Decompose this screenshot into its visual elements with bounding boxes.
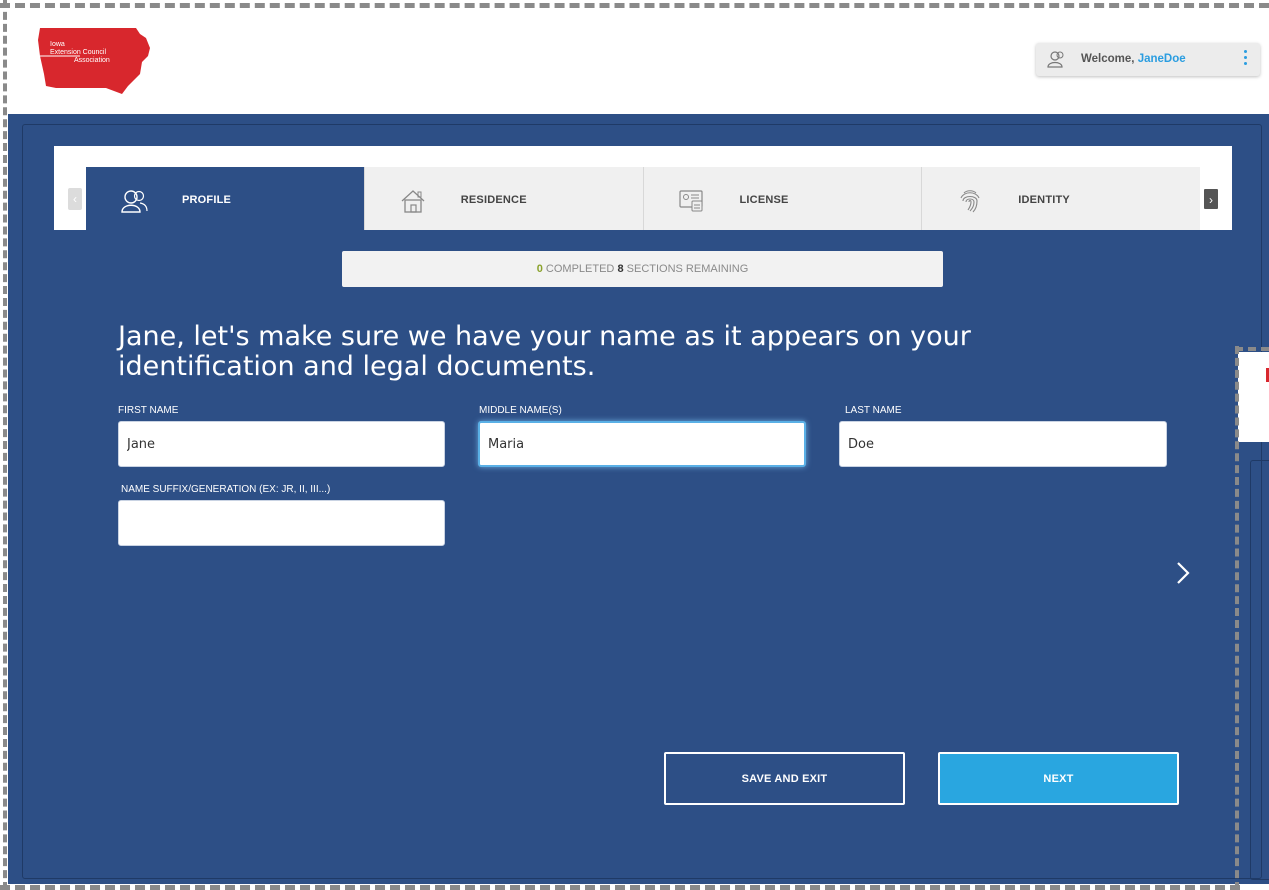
kebab-menu-icon[interactable]	[1242, 50, 1248, 68]
form-headline: Jane, let's make sure we have your name …	[118, 321, 971, 382]
name-suffix-label: NAME SUFFIX/GENERATION (EX: JR, II, III.…	[121, 484, 331, 495]
tab-profile-label: PROFILE	[182, 194, 232, 206]
last-name-label: LAST NAME	[845, 405, 902, 416]
middle-name-field[interactable]	[478, 421, 806, 467]
next-slide-card	[1250, 460, 1269, 880]
profile-icon	[121, 190, 148, 213]
completed-label: COMPLETED	[545, 263, 615, 275]
first-name-field[interactable]	[118, 421, 445, 467]
welcome-prefix: Welcome,	[1081, 53, 1135, 65]
remaining-count: 8	[617, 263, 624, 275]
tab-profile[interactable]: PROFILE	[86, 167, 365, 230]
completed-count: 0	[536, 263, 543, 275]
name-suffix-field[interactable]	[118, 500, 445, 546]
remaining-label: SECTIONS REMAINING	[626, 263, 749, 275]
logo-line-2: Extension Council	[50, 49, 107, 56]
house-icon	[401, 190, 425, 213]
next-slide-outline-top	[1235, 347, 1269, 351]
app-frame: Iowa Extension Council Association Welco…	[0, 0, 1269, 890]
fingerprint-icon	[960, 190, 980, 213]
frame-outline-left	[3, 0, 7, 890]
first-name-label: FIRST NAME	[118, 405, 179, 416]
logo-text: Iowa Extension Council Association	[50, 41, 110, 65]
next-slide-outline	[1235, 346, 1239, 890]
username: JaneDoe	[1137, 53, 1186, 65]
next-slide-peek	[1238, 352, 1269, 442]
middle-name-label: MIDDLE NAME(S)	[479, 405, 562, 416]
tabs-scroll-right-button[interactable]: ›	[1203, 188, 1219, 210]
logo-line-3: Association	[74, 57, 110, 64]
license-card-icon	[678, 190, 703, 212]
frame-outline-bottom	[0, 885, 1240, 890]
save-and-exit-button[interactable]: SAVE AND EXIT	[664, 752, 905, 805]
top-header: Iowa Extension Council Association Welco…	[8, 8, 1269, 114]
tab-residence[interactable]: RESIDENCE	[364, 167, 644, 230]
next-button[interactable]: NEXT	[938, 752, 1179, 805]
tab-license-label: LICENSE	[739, 194, 789, 206]
progress-summary: 0 COMPLETED 8 SECTIONS REMAINING	[342, 251, 943, 287]
user-menu[interactable]: Welcome, JaneDoe	[1036, 43, 1260, 76]
tab-license[interactable]: LICENSE	[643, 167, 923, 230]
section-tabs: PROFILE RESIDENCE LICENSE IDENTITY	[86, 167, 1200, 230]
last-name-field[interactable]	[839, 421, 1167, 467]
tab-identity-label: IDENTITY	[1018, 194, 1070, 206]
tabs-scroll-left-button[interactable]: ‹	[68, 188, 82, 210]
frame-outline-top	[0, 3, 1269, 8]
logo-line-1: Iowa	[50, 41, 65, 48]
chevron-right-icon[interactable]	[1174, 560, 1192, 586]
user-icon	[1047, 51, 1064, 68]
tab-identity[interactable]: IDENTITY	[922, 167, 1200, 230]
welcome-text: Welcome, JaneDoe	[1081, 53, 1186, 65]
tab-residence-label: RESIDENCE	[460, 194, 527, 206]
